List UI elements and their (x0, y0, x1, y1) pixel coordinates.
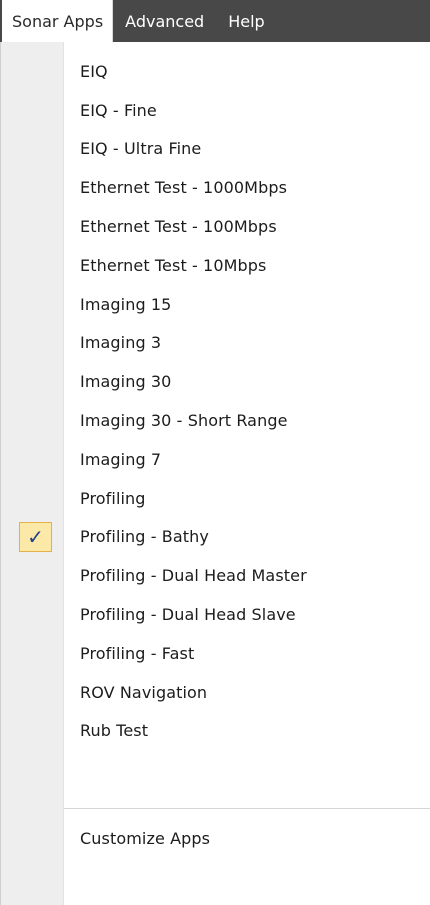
menu-item-imaging-30[interactable]: Imaging 30 (1, 362, 430, 401)
menu-item-ethernet-test-1000mbps[interactable]: Ethernet Test - 1000Mbps (1, 168, 430, 207)
menu-item-imaging-30-short-range[interactable]: Imaging 30 - Short Range (1, 401, 430, 440)
menu-item-label: Ethernet Test - 10Mbps (80, 255, 267, 275)
menu-item-eiq-fine[interactable]: EIQ - Fine (1, 91, 430, 130)
menu-item-profiling-bathy[interactable]: ✓ Profiling - Bathy (1, 518, 430, 557)
menu-item-profiling-dual-head-slave[interactable]: Profiling - Dual Head Slave (1, 595, 430, 634)
menu-item-profiling[interactable]: Profiling (1, 479, 430, 518)
menu-item-ethernet-test-100mbps[interactable]: Ethernet Test - 100Mbps (1, 207, 430, 246)
menu-item-label: Imaging 3 (80, 333, 162, 353)
menu-item-imaging-7[interactable]: Imaging 7 (1, 440, 430, 479)
menu-item-profiling-dual-head-master[interactable]: Profiling - Dual Head Master (1, 556, 430, 595)
menu-item-label: EIQ - Fine (80, 100, 157, 120)
menu-item-label: Profiling - Fast (80, 643, 195, 663)
menu-separator (64, 808, 430, 809)
menu-item-profiling-fast[interactable]: Profiling - Fast (1, 634, 430, 673)
menu-item-label: Ethernet Test - 100Mbps (80, 217, 277, 237)
menu-item-label: Customize Apps (80, 828, 211, 848)
menu-item-imaging-3[interactable]: Imaging 3 (1, 324, 430, 363)
menu-item-label: Profiling (80, 488, 146, 508)
menu-item-customize-apps[interactable]: Customize Apps (1, 819, 430, 858)
menu-item-label: EIQ - Ultra Fine (80, 139, 202, 159)
menu-item-label: Profiling - Bathy (80, 527, 209, 547)
menu-item-rov-navigation[interactable]: ROV Navigation (1, 673, 430, 712)
menu-item-list: EIQ EIQ - Fine EIQ - Ultra Fine Ethernet Te… (1, 52, 430, 750)
menu-item-imaging-15[interactable]: Imaging 15 (1, 285, 430, 324)
menu-item-label: Imaging 30 - Short Range (80, 411, 288, 431)
menu-item-label: Imaging 7 (80, 449, 162, 469)
menu-bar: Sonar Apps Advanced Help (0, 0, 430, 42)
menu-item-label: Imaging 15 (80, 294, 172, 314)
checkmark-icon: ✓ (19, 521, 52, 552)
menu-item-label: Ethernet Test - 1000Mbps (80, 178, 288, 198)
menu-item-label: EIQ (80, 61, 108, 81)
menu-item-label: Profiling - Dual Head Master (80, 566, 307, 586)
sonar-apps-dropdown: EIQ EIQ - Fine EIQ - Ultra Fine Ethernet Te… (0, 42, 430, 905)
menu-item-label: ROV Navigation (80, 682, 208, 702)
menu-item-ethernet-test-10mbps[interactable]: Ethernet Test - 10Mbps (1, 246, 430, 285)
menu-item-rub-test[interactable]: Rub Test (1, 712, 430, 751)
menu-item-label: Rub Test (80, 721, 149, 741)
menu-item-eiq-ultra-fine[interactable]: EIQ - Ultra Fine (1, 130, 430, 169)
menu-advanced[interactable]: Advanced (113, 0, 216, 42)
menu-sonar-apps[interactable]: Sonar Apps (2, 0, 114, 42)
menu-item-eiq[interactable]: EIQ (1, 52, 430, 91)
menu-help[interactable]: Help (216, 0, 276, 42)
menu-item-label: Profiling - Dual Head Slave (80, 605, 296, 625)
menu-item-label: Imaging 30 (80, 372, 172, 392)
